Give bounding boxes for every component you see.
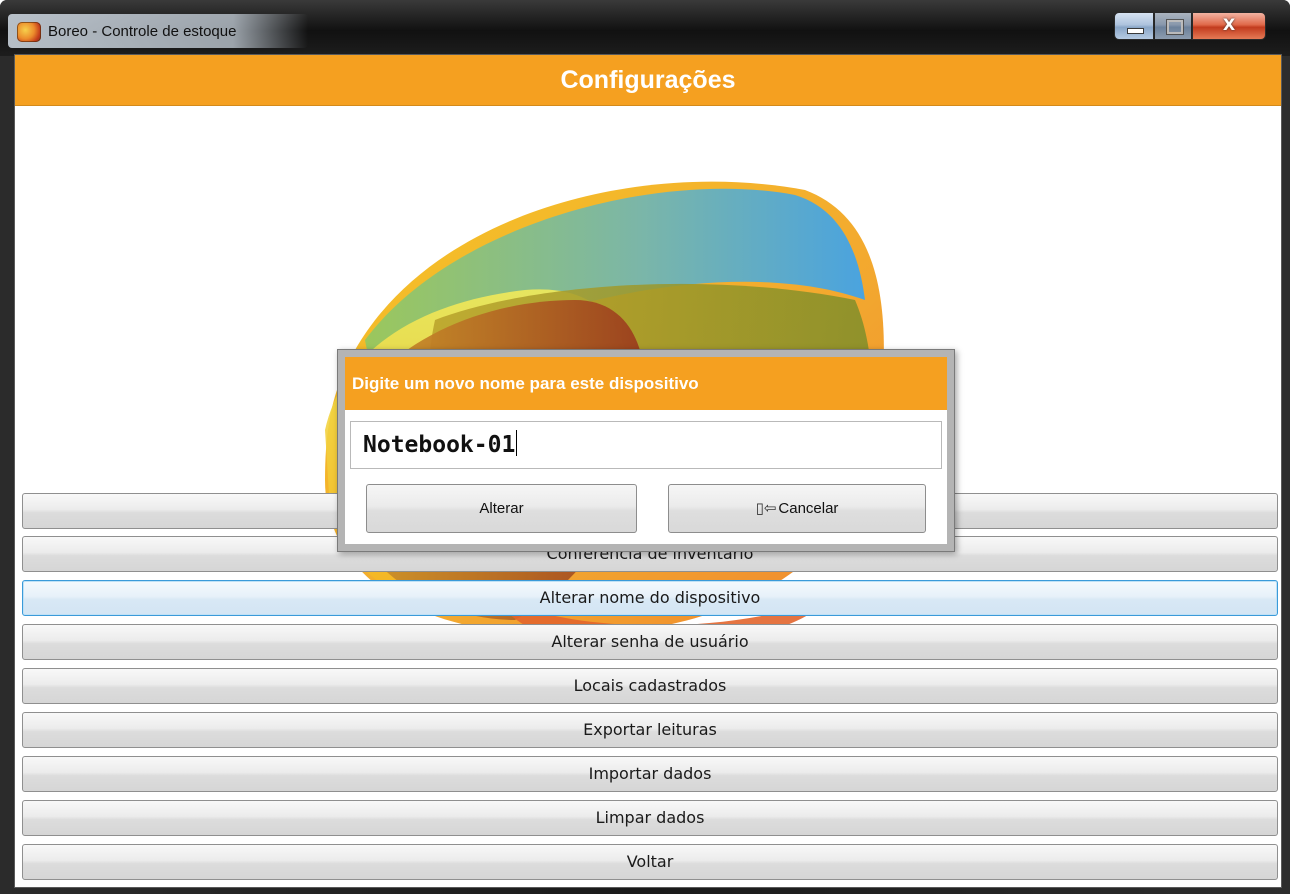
alterar-label: Alterar — [479, 500, 524, 517]
menu-label: Alterar nome do dispositivo — [539, 588, 761, 607]
alterar-senha-usuario-button[interactable]: Alterar senha de usuário — [22, 624, 1278, 660]
exportar-leituras-button[interactable]: Exportar leituras — [22, 712, 1278, 748]
exit-door-icon: ▯⇦ — [755, 499, 777, 517]
app-window: Boreo - Controle de estoque X Configuraç… — [0, 0, 1290, 894]
alterar-button[interactable]: Alterar — [366, 484, 637, 533]
page-title: Configurações — [560, 66, 736, 94]
rename-device-dialog: Digite um novo nome para este dispositiv… — [337, 349, 955, 552]
dialog-header: Digite um novo nome para este dispositiv… — [345, 357, 947, 410]
voltar-button[interactable]: Voltar — [22, 844, 1278, 880]
minimize-button[interactable] — [1114, 12, 1154, 40]
maximize-icon — [1167, 20, 1183, 34]
menu-label: Limpar dados — [595, 808, 705, 827]
close-button[interactable]: X — [1192, 12, 1266, 40]
page-header: Configurações — [15, 55, 1281, 106]
cancelar-button[interactable]: ▯⇦ Cancelar — [668, 484, 926, 533]
menu-label: Voltar — [626, 852, 674, 871]
text-caret — [516, 430, 518, 456]
menu-label: Alterar senha de usuário — [551, 632, 749, 651]
menu-label: Locais cadastrados — [573, 676, 727, 695]
minimize-icon — [1127, 28, 1144, 34]
device-name-value: Notebook-01 — [363, 432, 516, 458]
locais-cadastrados-button[interactable]: Locais cadastrados — [22, 668, 1278, 704]
window-title: Boreo - Controle de estoque — [48, 23, 237, 40]
cancelar-label: Cancelar — [778, 500, 839, 517]
importar-dados-button[interactable]: Importar dados — [22, 756, 1278, 792]
app-icon[interactable] — [17, 22, 41, 42]
alterar-nome-dispositivo-button[interactable]: Alterar nome do dispositivo — [22, 580, 1278, 616]
title-bar[interactable]: Boreo - Controle de estoque X — [0, 0, 1290, 56]
maximize-button[interactable] — [1154, 12, 1192, 40]
close-icon: X — [1222, 15, 1236, 34]
dialog-body: Digite um novo nome para este dispositiv… — [345, 357, 947, 544]
menu-label: Importar dados — [588, 764, 712, 783]
menu-label: Exportar leituras — [583, 720, 717, 739]
limpar-dados-button[interactable]: Limpar dados — [22, 800, 1278, 836]
device-name-input[interactable]: Notebook-01 — [350, 421, 942, 469]
dialog-title: Digite um novo nome para este dispositiv… — [352, 374, 699, 393]
